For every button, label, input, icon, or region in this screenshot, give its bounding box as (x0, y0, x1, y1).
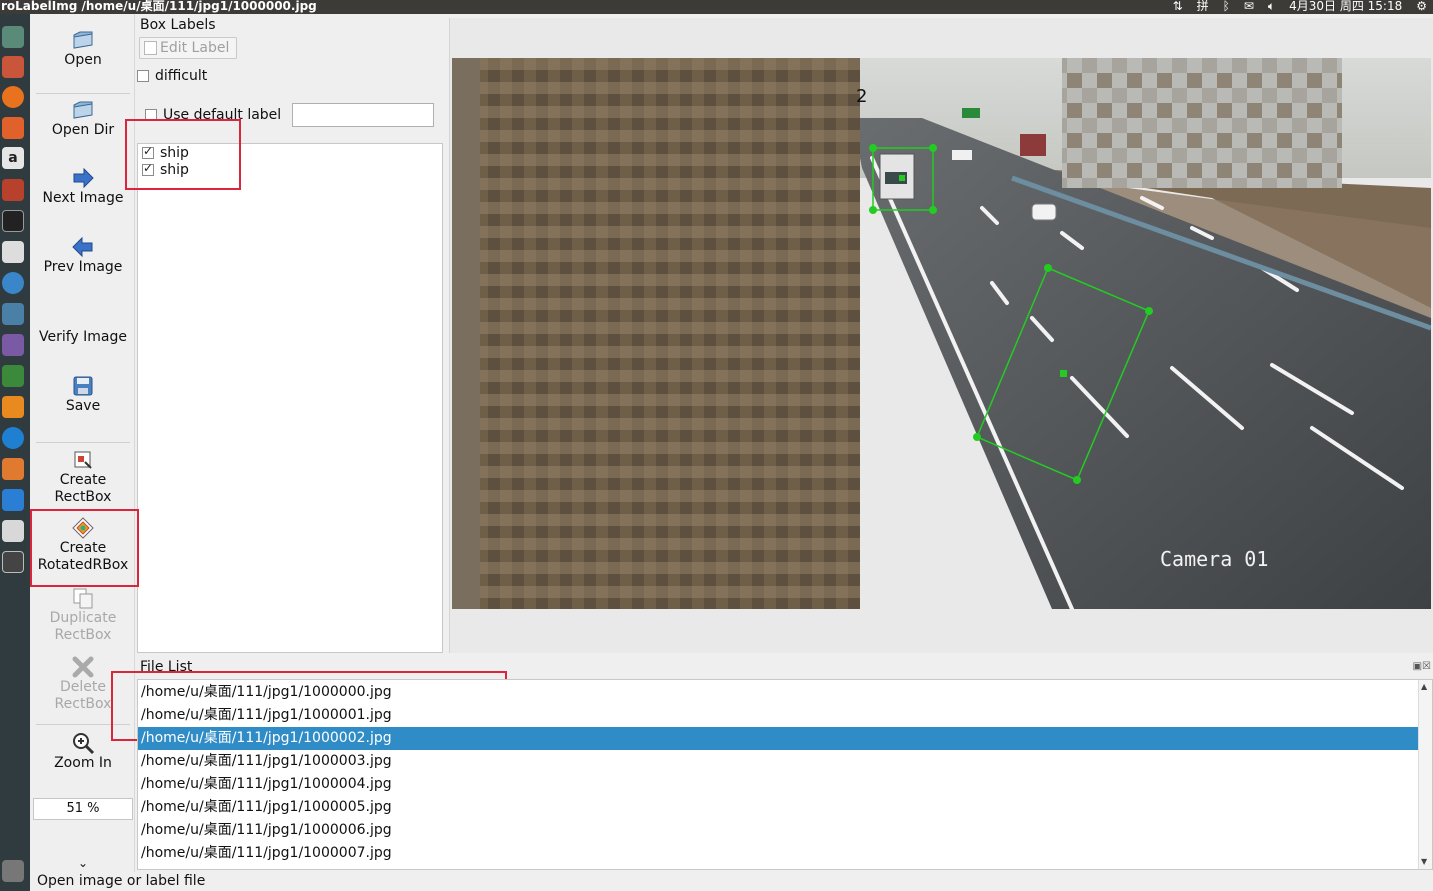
screenshot-app-icon[interactable] (2, 241, 24, 263)
system-tray: ⇅ 拼 ᛒ ✉ 🔈︎ 4月30日 周四 15:18 ⚙ (1173, 0, 1427, 13)
open-dir-icon (73, 101, 93, 119)
save-floppy-icon (73, 376, 93, 396)
vlc-icon[interactable] (2, 396, 24, 418)
file-list-item[interactable]: /home/u/桌面/111/jpg1/1000007.jpg (138, 842, 1420, 865)
zoom-value-field[interactable]: 51 % (33, 798, 133, 820)
zoom-in-icon (73, 733, 95, 755)
create-rectbox-icon (74, 451, 92, 469)
float-dock-icon[interactable]: ▣ (1413, 661, 1422, 672)
arrow-left-icon (72, 236, 93, 258)
difficult-checkbox[interactable]: difficult (137, 68, 207, 84)
spreadsheet-icon[interactable] (2, 365, 24, 387)
more-tools-chevron-icon[interactable]: ⌄ (34, 856, 132, 870)
create-rectbox-button[interactable]: Create RectBox (34, 448, 132, 506)
network-icon[interactable]: ⇅ (1173, 0, 1183, 13)
pixelated-region (1062, 58, 1342, 188)
open-dir-label: Open Dir (51, 122, 115, 138)
open-folder-icon (73, 31, 93, 49)
verify-image-button[interactable]: Verify Image (34, 329, 132, 345)
file-list-item[interactable]: /home/u/桌面/111/jpg1/1000000.jpg (138, 681, 1420, 704)
difficult-checkbox-box[interactable] (137, 70, 149, 82)
file-list: /home/u/桌面/111/jpg1/1000000.jpg /home/u/… (137, 679, 1433, 870)
difficult-label: difficult (155, 68, 208, 84)
window-title: roLabelImg /home/u/桌面/111/jpg1/1000000.j… (1, 0, 317, 13)
open-button[interactable]: Open (34, 28, 132, 68)
highway-image[interactable]: 2 Camera 01 (452, 58, 1431, 609)
duplicate-rectbox-button[interactable]: Duplicate RectBox (34, 586, 132, 644)
close-dock-icon[interactable]: ☒ (1422, 661, 1431, 672)
labelimg-app-icon[interactable] (2, 551, 24, 573)
app-icon[interactable] (2, 303, 24, 325)
create-rectbox-label-1: Create (59, 472, 107, 488)
launcher-app-icon[interactable] (2, 26, 24, 48)
browser-icon[interactable] (2, 272, 24, 294)
highlight-create-rotated-rbox (30, 509, 139, 587)
duplicate-icon (73, 588, 93, 609)
pixelated-region (480, 58, 860, 609)
amazon-icon[interactable]: a (2, 147, 24, 169)
edit-label-text: Edit Label (160, 40, 230, 56)
file-list-title: File List (140, 659, 193, 675)
open-dir-button[interactable]: Open Dir (34, 98, 132, 138)
next-image-label: Next Image (42, 190, 124, 206)
toolbar-separator (36, 93, 130, 94)
scroll-down-icon[interactable]: ▼ (1421, 857, 1427, 866)
label-list: ship ship (137, 143, 443, 653)
prev-image-label: Prev Image (43, 259, 123, 275)
save-button[interactable]: Save (34, 374, 132, 414)
create-rectbox-label-2: RectBox (54, 489, 112, 505)
edit-label-icon (144, 41, 157, 55)
text-editor-icon[interactable] (2, 520, 24, 542)
prev-image-button[interactable]: Prev Image (34, 235, 132, 275)
delete-label-1: Delete (60, 679, 106, 695)
settings-gear-icon[interactable]: ⚙ (1416, 0, 1427, 13)
zoom-in-label: Zoom In (54, 755, 112, 771)
arrow-right-icon (73, 167, 94, 189)
file-list-item[interactable]: /home/u/桌面/111/jpg1/1000006.jpg (138, 819, 1420, 842)
launcher: a (0, 14, 30, 891)
dock-controls: ▣☒ (1413, 661, 1431, 672)
app-icon[interactable] (2, 458, 24, 480)
open-label: Open (64, 52, 102, 68)
files-app-icon[interactable] (2, 56, 24, 78)
file-list-item[interactable]: /home/u/桌面/111/jpg1/1000004.jpg (138, 773, 1420, 796)
teamviewer-icon[interactable] (2, 427, 24, 449)
file-list-item[interactable]: /home/u/桌面/111/jpg1/1000005.jpg (138, 796, 1420, 819)
clock[interactable]: 4月30日 周四 15:18 (1289, 0, 1402, 13)
software-center-icon[interactable] (2, 117, 24, 139)
scroll-up-icon[interactable]: ▲ (1421, 682, 1427, 691)
vscode-icon[interactable] (2, 489, 24, 511)
firefox-icon[interactable] (2, 86, 24, 108)
default-label-input[interactable] (292, 103, 434, 127)
file-list-item[interactable]: /home/u/桌面/111/jpg1/1000001.jpg (138, 704, 1420, 727)
toolbar-separator (36, 442, 130, 443)
system-top-bar: roLabelImg /home/u/桌面/111/jpg1/1000000.j… (0, 0, 1433, 14)
status-bar: Open image or label file (30, 872, 1433, 891)
file-list-scrollbar[interactable]: ▲ ▼ (1418, 680, 1432, 869)
camera-overlay-text: Camera 01 (1160, 547, 1268, 571)
bluetooth-icon[interactable]: ᛒ (1223, 0, 1230, 13)
trash-icon[interactable] (2, 860, 24, 882)
delete-x-icon (72, 656, 94, 678)
corner-digit: 2 (856, 86, 867, 107)
input-method-icon[interactable]: 拼 (1197, 0, 1209, 13)
box-labels-title: Box Labels (140, 17, 216, 33)
mail-icon[interactable]: ✉ (1244, 0, 1254, 13)
volume-icon[interactable]: 🔈︎ (1268, 0, 1275, 13)
file-list-item-selected[interactable]: /home/u/桌面/111/jpg1/1000002.jpg (138, 727, 1420, 750)
duplicate-label-1: Duplicate (49, 610, 117, 626)
terminal-icon[interactable] (2, 210, 24, 232)
highlight-label-list (125, 119, 241, 190)
verify-image-label: Verify Image (38, 329, 127, 345)
settings-app-icon[interactable] (2, 179, 24, 201)
edit-label-button[interactable]: Edit Label (139, 37, 237, 59)
delete-label-2: RectBox (54, 696, 112, 712)
toolbar: Open Open Dir Next Image Prev Image Veri… (30, 14, 135, 872)
file-list-item[interactable]: /home/u/桌面/111/jpg1/1000003.jpg (138, 750, 1420, 773)
app-icon[interactable] (2, 334, 24, 356)
save-label: Save (65, 398, 101, 414)
duplicate-label-2: RectBox (54, 627, 112, 643)
next-image-button[interactable]: Next Image (34, 166, 132, 206)
image-canvas[interactable]: 2 Camera 01 (452, 58, 1431, 609)
